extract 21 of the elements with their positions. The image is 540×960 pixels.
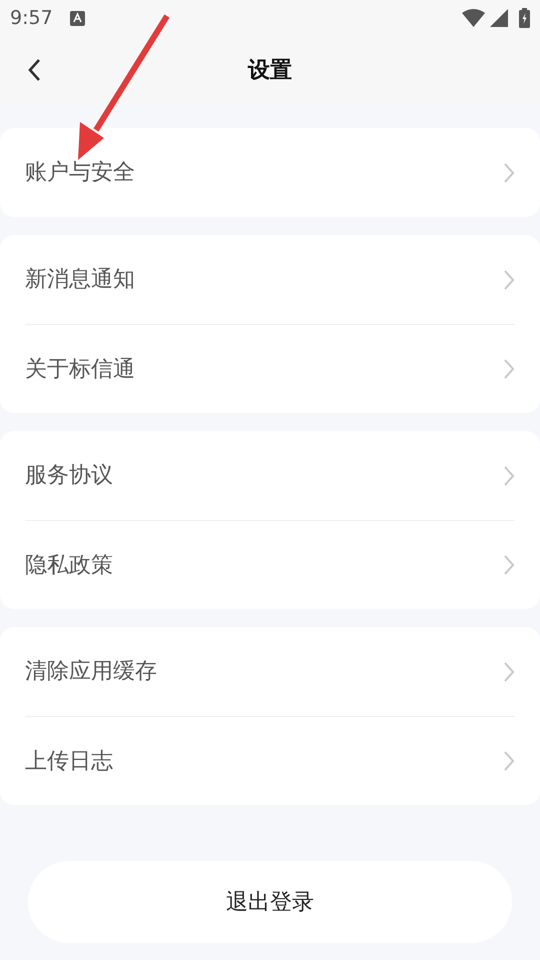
chevron-right-icon: [503, 268, 515, 290]
chevron-right-icon: [503, 660, 515, 682]
chevron-right-icon: [503, 162, 515, 184]
chevron-right-icon: [503, 358, 515, 380]
settings-item[interactable]: 隐私政策: [25, 520, 515, 609]
battery-icon: [519, 8, 530, 28]
settings-item[interactable]: 清除应用缓存: [25, 627, 515, 716]
settings-item[interactable]: 关于标信通: [25, 324, 515, 413]
page-title: 设置: [248, 56, 292, 84]
signal-icon: [490, 9, 508, 27]
keyboard-notification-icon: [70, 10, 85, 26]
settings-item[interactable]: 账户与安全: [25, 128, 515, 217]
settings-item[interactable]: 上传日志: [25, 716, 515, 805]
wifi-icon: [462, 9, 485, 27]
settings-item[interactable]: 服务协议: [25, 431, 515, 520]
logout-button[interactable]: 退出登录: [28, 861, 512, 943]
chevron-right-icon: [503, 554, 515, 576]
chevron-right-icon: [503, 464, 515, 486]
chevron-right-icon: [503, 750, 515, 772]
status-time: 9:57: [10, 6, 53, 31]
settings-item[interactable]: 新消息通知: [25, 235, 515, 324]
